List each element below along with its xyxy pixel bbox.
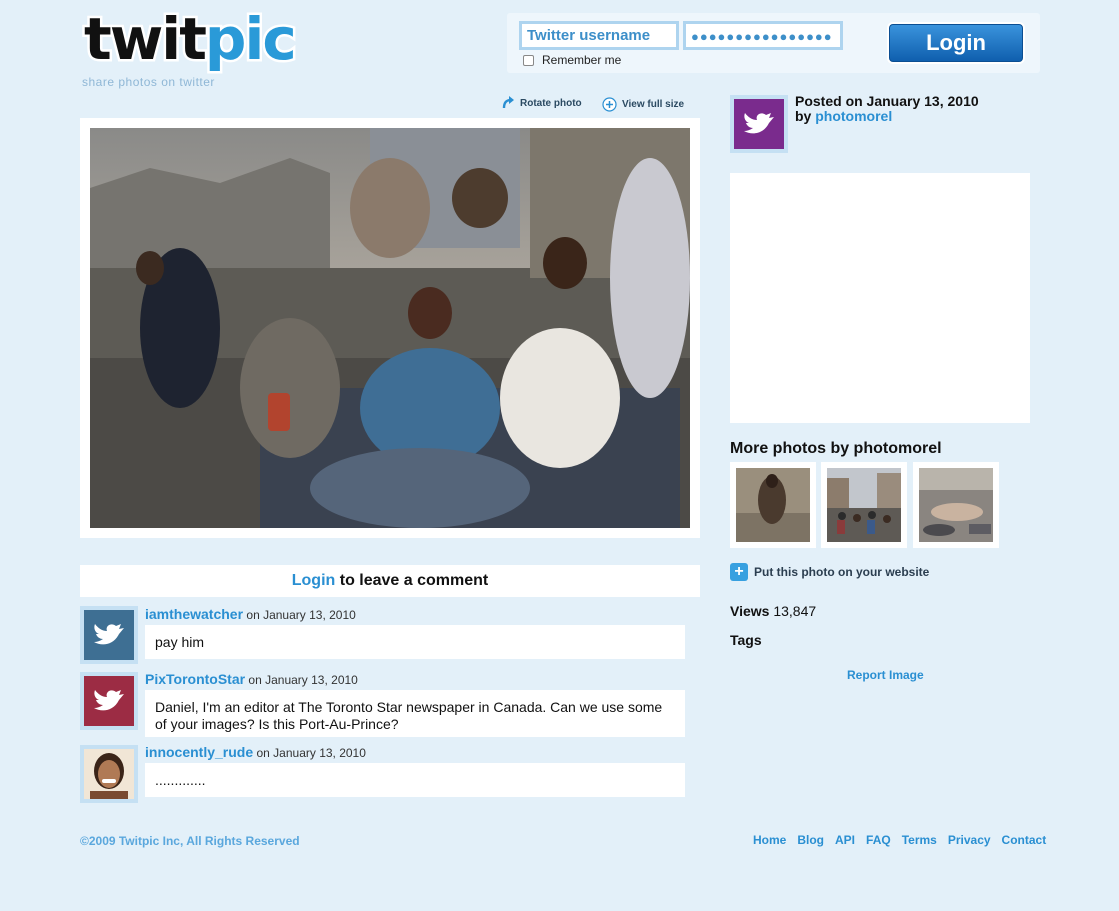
comment-username[interactable]: iamthewatcher: [145, 606, 243, 622]
login-form: Twitter username ●●●●●●●●●●●●●●●● Rememb…: [507, 13, 1040, 73]
password-input[interactable]: ●●●●●●●●●●●●●●●●: [683, 21, 843, 50]
twitter-bird-icon: [84, 610, 134, 660]
comment-header: iamthewatcher on January 13, 2010: [145, 606, 356, 622]
more-photos-title: More photos by photomorel: [730, 440, 942, 457]
rotate-icon: [502, 96, 514, 109]
thumbnail-image: [736, 468, 810, 542]
comment-date: on January 13, 2010: [246, 608, 356, 622]
posted-date: Posted on January 13, 2010: [795, 93, 979, 109]
footer-link-privacy[interactable]: Privacy: [948, 833, 991, 847]
login-button[interactable]: Login: [889, 24, 1023, 62]
comment-login-link[interactable]: Login: [292, 572, 336, 589]
plus-icon: +: [730, 563, 748, 581]
view-full-size-link[interactable]: View full size: [602, 97, 684, 112]
twitter-bird-icon: [734, 99, 784, 149]
comment-date: on January 13, 2010: [256, 746, 366, 760]
views-value: 13,847: [773, 603, 817, 619]
logo-wordmark: twitpic: [82, 5, 300, 73]
tags-label: Tags: [730, 632, 762, 648]
ad-placeholder: [730, 173, 1030, 423]
comment-username[interactable]: PixTorontoStar: [145, 671, 245, 687]
more-photo-thumbnail[interactable]: [821, 462, 907, 548]
comment-date: on January 13, 2010: [248, 673, 358, 687]
comment-avatar[interactable]: [80, 606, 138, 664]
comment-login-bar: Login to leave a comment: [80, 565, 700, 597]
views-label: Views: [730, 603, 770, 619]
footer-link-home[interactable]: Home: [753, 833, 786, 847]
plus-circle-icon: [602, 97, 617, 112]
post-info: Posted on January 13, 2010 by photomorel: [795, 94, 979, 124]
photo-image: [90, 128, 690, 528]
remember-checkbox[interactable]: [523, 54, 534, 66]
username-input[interactable]: Twitter username: [519, 21, 679, 50]
comment-login-text: to leave a comment: [335, 572, 489, 589]
comment-avatar[interactable]: [80, 745, 138, 803]
report-image-link[interactable]: Report Image: [847, 668, 924, 682]
more-photo-thumbnail[interactable]: [913, 462, 999, 548]
main-photo[interactable]: [90, 128, 690, 528]
photo-frame: [80, 118, 700, 538]
user-photo-avatar: [84, 749, 134, 799]
comment-text: pay him: [145, 625, 685, 659]
rotate-label: Rotate photo: [520, 97, 582, 109]
embed-photo-link[interactable]: + Put this photo on your website: [730, 563, 929, 581]
footer-link-contact[interactable]: Contact: [1002, 833, 1047, 847]
author-link[interactable]: photomorel: [815, 108, 892, 124]
footer-link-api[interactable]: API: [835, 833, 855, 847]
twitpic-logo[interactable]: twitpic share photos on twitter: [82, 5, 314, 98]
views-count: Views 13,847: [730, 603, 816, 619]
comment-text: Daniel, I'm an editor at The Toronto Sta…: [145, 690, 685, 737]
thumbnail-image: [919, 468, 993, 542]
comment-header: PixTorontoStar on January 13, 2010: [145, 671, 358, 687]
twitter-bird-icon: [84, 676, 134, 726]
comment-header: innocently_rude on January 13, 2010: [145, 744, 366, 760]
more-photo-thumbnail[interactable]: [730, 462, 816, 548]
footer-link-faq[interactable]: FAQ: [866, 833, 891, 847]
footer-link-terms[interactable]: Terms: [902, 833, 937, 847]
logo-tagline: share photos on twitter: [82, 75, 215, 89]
embed-photo-label: Put this photo on your website: [754, 565, 930, 579]
thumbnail-image: [827, 468, 901, 542]
comment-text: .............: [145, 763, 685, 797]
comment-username[interactable]: innocently_rude: [145, 744, 253, 760]
by-label: by: [795, 108, 812, 124]
owner-avatar[interactable]: [730, 95, 788, 153]
view-full-label: View full size: [622, 99, 685, 110]
footer-link-blog[interactable]: Blog: [797, 833, 824, 847]
copyright: ©2009 Twitpic Inc, All Rights Reserved: [80, 834, 300, 848]
footer-links: Home Blog API FAQ Terms Privacy Contact: [753, 833, 1046, 847]
comment-avatar[interactable]: [80, 672, 138, 730]
remember-label: Remember me: [542, 53, 622, 67]
remember-me[interactable]: Remember me: [523, 53, 621, 67]
rotate-photo-link[interactable]: Rotate photo: [501, 96, 582, 110]
